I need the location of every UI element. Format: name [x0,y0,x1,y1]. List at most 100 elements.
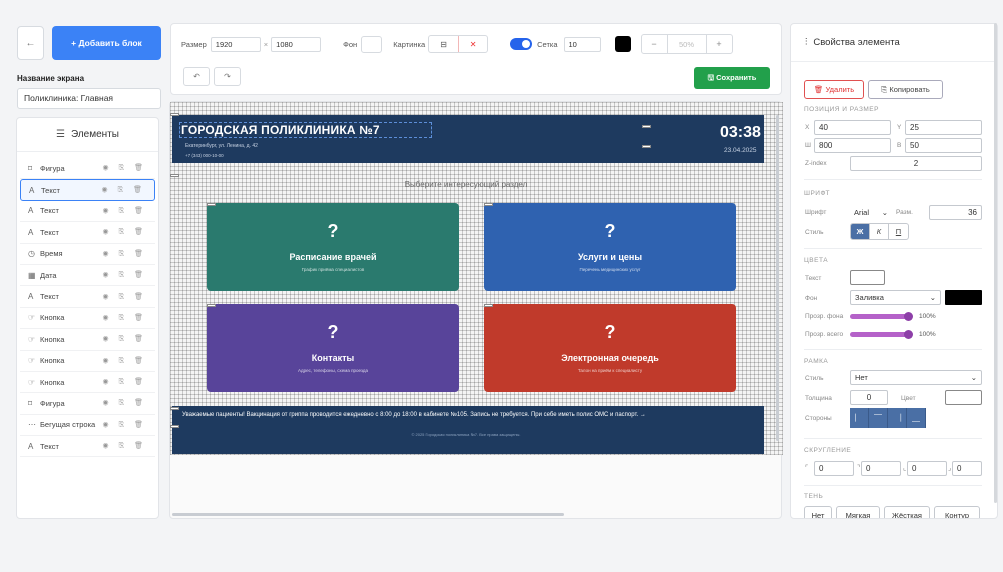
h-input[interactable]: 50 [905,138,982,153]
font-select[interactable]: Arial ⌄ [850,205,892,220]
height-input[interactable]: 1080 [271,36,322,52]
zoom-out-button[interactable]: − [642,35,668,53]
element-list-item[interactable]: A Текст ◉ ⎘ 🗑 [20,222,155,244]
resize-handle[interactable] [170,113,179,116]
border-style-select[interactable]: Нет ⌄ [850,370,982,385]
shadow-soft-button[interactable]: Мягкая [836,506,880,518]
element-actions-icons[interactable]: ◉ ⎘ 🗑 [103,335,147,344]
element-actions-icons[interactable]: ◉ ⎘ 🗑 [103,313,147,322]
bg-color-swatch[interactable] [945,290,982,305]
italic-button[interactable]: К [870,224,889,239]
ticker-text[interactable]: Уважаемые пациенты! Вакцинация от гриппа… [182,412,646,418]
w-input[interactable]: 800 [814,138,891,153]
element-actions-icons[interactable]: ◉ ⎘ 🗑 [103,399,147,408]
element-list-item[interactable]: ◷ Время ◉ ⎘ 🗑 [20,244,155,265]
z-input[interactable]: 2 [850,156,982,171]
element-list-item[interactable]: A Текст ◉ ⎘ 🗑 [20,201,155,223]
element-list-item[interactable]: ⋯ Бегущая строка ◉ ⎘ 🗑 [20,415,155,437]
element-actions-icons[interactable]: ◉ ⎘ 🗑 [103,206,147,215]
canvas-vscrollbar[interactable] [776,115,779,441]
underline-button[interactable]: П [889,224,908,239]
element-list-item[interactable]: A Текст ◉ ⎘ 🗑 [20,179,155,201]
shadow-none-button[interactable]: Нет [804,506,832,518]
radius-br-input[interactable]: 0 [952,461,982,476]
element-actions-icons[interactable]: ◉ ⎘ 🗑 [103,164,147,173]
prompt-text[interactable]: Выберите интересующий раздел [170,180,762,189]
grid-color-swatch[interactable] [614,36,631,52]
address-text[interactable]: Екатеринбург, ул. Ленина, д. 42 [185,143,258,149]
element-actions-icons[interactable]: ◉ ⎘ 🗑 [103,249,147,258]
element-list-item[interactable]: A Текст ◉ ⎘ 🗑 [20,286,155,308]
resize-handle[interactable] [207,304,216,307]
back-button[interactable]: ← [17,26,44,60]
resize-handle[interactable] [207,203,216,206]
resize-handle[interactable] [170,174,179,177]
y-input[interactable]: 25 [905,120,982,135]
side-bottom-button[interactable]: ⎽ [907,408,926,428]
element-actions-icons[interactable]: ◉ ⎘ 🗑 [103,420,147,429]
resize-handle[interactable] [642,145,651,148]
element-list-item[interactable]: ⌑ Фигура ◉ ⎘ 🗑 [20,393,155,415]
resize-handle[interactable] [484,304,493,307]
width-input[interactable]: 1920 [210,36,261,52]
phone-text[interactable]: +7 (343) 000-10-00 [185,153,224,158]
date-text[interactable]: 23.04.2025 [724,147,757,154]
border-color-swatch[interactable] [945,390,982,405]
screen-preview[interactable]: ГОРОДСКАЯ ПОЛИКЛИНИКА №7 Екатеринбург, у… [170,102,783,455]
element-actions-icons[interactable]: ◉ ⎘ 🗑 [102,186,146,195]
element-list-item[interactable]: ▦ Дата ◉ ⎘ 🗑 [20,265,155,287]
shadow-hard-button[interactable]: Жёсткая [884,506,930,518]
card-queue[interactable]: ? Электронная очередь Талон на приём к с… [484,304,736,392]
element-list-item[interactable]: ☞ Кнопка ◉ ⎘ 🗑 [20,351,155,372]
selection-box[interactable] [179,122,432,138]
canvas-hscrollbar[interactable] [172,513,564,516]
bg-mode-select[interactable]: Заливка ⌄ [850,290,941,305]
side-left-button[interactable]: ⎸ [850,408,869,428]
element-list-item[interactable]: ☞ Кнопка ◉ ⎘ 🗑 [20,372,155,394]
element-list-item[interactable]: ⌑ Фигура ◉ ⎘ 🗑 [20,158,155,180]
x-input[interactable]: 40 [814,120,891,135]
side-right-button[interactable]: ⎹ [888,408,907,428]
card-services[interactable]: ? Услуги и цены Перечень медицинских усл… [484,203,736,291]
resize-handle[interactable] [642,125,651,128]
delete-button[interactable]: 🗑 Удалить [804,80,864,99]
redo-button[interactable]: ↷ [214,67,241,86]
element-list-item[interactable]: ☞ Кнопка ◉ ⎘ 🗑 [20,329,155,351]
resize-handle[interactable] [170,425,179,428]
undo-button[interactable]: ↶ [183,67,210,86]
resize-handle[interactable] [170,407,179,410]
clock-text[interactable]: 03:38 [720,124,761,142]
resize-handle[interactable] [484,203,493,206]
copy-button[interactable]: ⎘ Копировать [868,80,943,99]
footer-text[interactable]: © 2025 Городская поликлиника №7. Все пра… [170,432,762,437]
card-contacts[interactable]: ? Контакты Адрес, телефоны, схема проезд… [207,304,459,392]
text-color-swatch[interactable] [850,270,885,285]
grid-toggle[interactable] [510,38,533,50]
font-size-input[interactable]: 36 [929,205,982,220]
side-top-button[interactable]: ⎺ [869,408,888,428]
element-list-item[interactable]: ☞ Кнопка ◉ ⎘ 🗑 [20,308,155,330]
element-actions-icons[interactable]: ◉ ⎘ 🗑 [103,442,147,451]
properties-scrollbar[interactable] [994,23,997,503]
radius-tl-input[interactable]: 0 [814,461,854,476]
screen-name-input[interactable]: Поликлиника: Главная [17,88,161,109]
element-actions-icons[interactable]: ◉ ⎘ 🗑 [103,271,147,280]
image-pick-icon[interactable]: ⊟ [429,36,458,52]
element-actions-icons[interactable]: ◉ ⎘ 🗑 [103,228,147,237]
element-actions-icons[interactable]: ◉ ⎘ 🗑 [103,292,147,301]
bold-button[interactable]: Ж [851,224,870,239]
zoom-in-button[interactable]: + [705,35,732,53]
radius-tr-input[interactable]: 0 [861,461,901,476]
image-clear-icon[interactable]: ✕ [458,36,487,52]
shadow-outline-button[interactable]: Контур [934,506,980,518]
element-list-item[interactable]: A Текст ◉ ⎘ 🗑 [20,436,155,458]
element-actions-icons[interactable]: ◉ ⎘ 🗑 [103,378,147,387]
bg-color-swatch[interactable] [361,35,383,53]
grid-size-input[interactable]: 10 [563,36,601,52]
card-schedule[interactable]: ? Расписание врачей График приёма специа… [207,203,459,291]
element-actions-icons[interactable]: ◉ ⎘ 🗑 [103,356,147,365]
bg-opacity-slider[interactable] [850,312,913,321]
save-button[interactable]: 🖫 Сохранить [694,67,770,89]
add-block-button[interactable]: + Добавить блок [52,26,161,60]
radius-bl-input[interactable]: 0 [907,461,947,476]
